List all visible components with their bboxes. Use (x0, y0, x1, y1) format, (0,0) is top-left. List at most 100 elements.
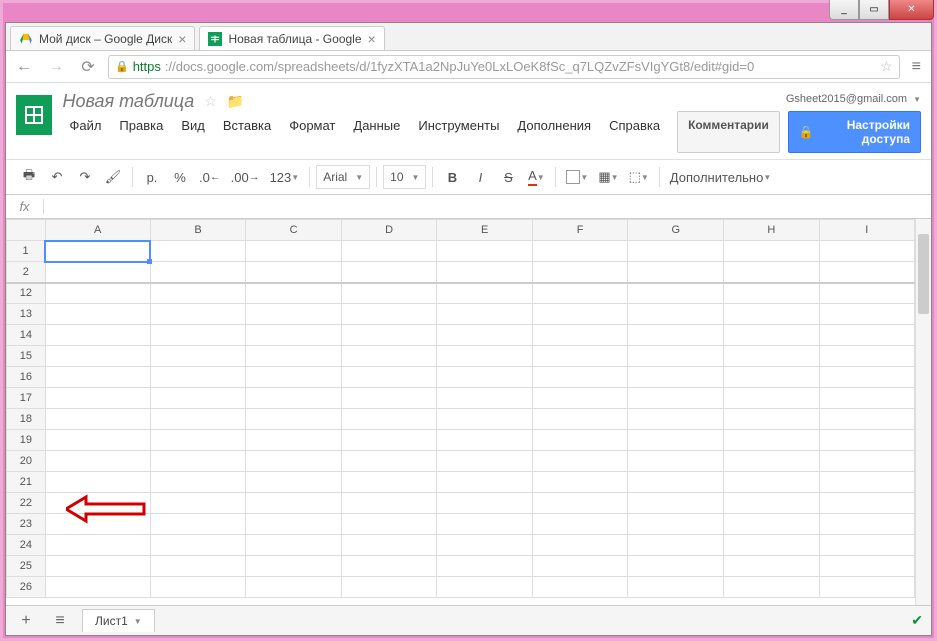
menu-help[interactable]: Справка (602, 116, 667, 135)
redo-icon[interactable]: ↷ (72, 164, 98, 190)
cell-A21[interactable] (45, 472, 150, 493)
cell-D12[interactable] (341, 283, 437, 304)
bookmark-star-icon[interactable]: ☆ (880, 58, 893, 75)
cell-H12[interactable] (724, 283, 820, 304)
cell-E20[interactable] (437, 451, 533, 472)
window-minimize-button[interactable]: _ (829, 0, 859, 20)
format-percent-button[interactable]: % (167, 164, 193, 190)
cell-C12[interactable] (246, 283, 342, 304)
col-header-F[interactable]: F (532, 220, 628, 241)
cell-G17[interactable] (628, 388, 724, 409)
cell-D25[interactable] (341, 556, 437, 577)
cell-E15[interactable] (437, 346, 533, 367)
row-header-12[interactable]: 12 (7, 283, 46, 304)
cell-F25[interactable] (532, 556, 628, 577)
cell-H25[interactable] (724, 556, 820, 577)
print-icon[interactable]: 🖶 (16, 164, 42, 190)
text-color-button[interactable]: A ▼ (523, 164, 549, 190)
cell-D2[interactable] (341, 262, 437, 283)
cell-H26[interactable] (724, 577, 820, 598)
col-header-I[interactable]: I (819, 220, 914, 241)
cell-G21[interactable] (628, 472, 724, 493)
browser-tab-drive[interactable]: Мой диск – Google Диск × (10, 26, 195, 50)
select-all-cell[interactable] (7, 220, 46, 241)
menu-data[interactable]: Данные (346, 116, 407, 135)
paint-format-icon[interactable]: 🖌 (100, 164, 126, 190)
font-family-select[interactable]: Arial▼ (316, 165, 370, 189)
row-header-17[interactable]: 17 (7, 388, 46, 409)
cell-I19[interactable] (819, 430, 914, 451)
bold-button[interactable]: B (439, 164, 465, 190)
col-header-H[interactable]: H (724, 220, 820, 241)
cell-D18[interactable] (341, 409, 437, 430)
cell-H22[interactable] (724, 493, 820, 514)
cell-I17[interactable] (819, 388, 914, 409)
cell-C2[interactable] (246, 262, 342, 283)
cell-G18[interactable] (628, 409, 724, 430)
folder-icon[interactable]: 📁 (227, 93, 244, 110)
row-header-21[interactable]: 21 (7, 472, 46, 493)
spreadsheet-grid[interactable]: ABCDEFGHI1212131415161718192021222324252… (6, 219, 915, 605)
cell-C23[interactable] (246, 514, 342, 535)
cell-D14[interactable] (341, 325, 437, 346)
cell-B12[interactable] (150, 283, 246, 304)
cell-C26[interactable] (246, 577, 342, 598)
cell-A25[interactable] (45, 556, 150, 577)
cell-C13[interactable] (246, 304, 342, 325)
account-email[interactable]: Gsheet2015@gmail.com (786, 93, 907, 105)
cell-D13[interactable] (341, 304, 437, 325)
row-header-2[interactable]: 2 (7, 262, 46, 283)
cell-F24[interactable] (532, 535, 628, 556)
cell-A19[interactable] (45, 430, 150, 451)
reload-button[interactable]: ⟳ (76, 55, 100, 79)
cell-G23[interactable] (628, 514, 724, 535)
cell-H24[interactable] (724, 535, 820, 556)
more-button[interactable]: Дополнительно ▼ (666, 164, 776, 190)
row-header-15[interactable]: 15 (7, 346, 46, 367)
cell-F2[interactable] (532, 262, 628, 283)
cell-H2[interactable] (724, 262, 820, 283)
cell-H15[interactable] (724, 346, 820, 367)
cell-D21[interactable] (341, 472, 437, 493)
cell-B23[interactable] (150, 514, 246, 535)
row-header-1[interactable]: 1 (7, 241, 46, 262)
menu-edit[interactable]: Правка (112, 116, 170, 135)
cell-I24[interactable] (819, 535, 914, 556)
cell-I2[interactable] (819, 262, 914, 283)
cell-E2[interactable] (437, 262, 533, 283)
cell-G12[interactable] (628, 283, 724, 304)
cell-C25[interactable] (246, 556, 342, 577)
format-currency-button[interactable]: р. (139, 164, 165, 190)
cell-F23[interactable] (532, 514, 628, 535)
cell-H17[interactable] (724, 388, 820, 409)
cell-I13[interactable] (819, 304, 914, 325)
cell-I25[interactable] (819, 556, 914, 577)
col-header-D[interactable]: D (341, 220, 437, 241)
cell-C24[interactable] (246, 535, 342, 556)
row-header-25[interactable]: 25 (7, 556, 46, 577)
cell-H14[interactable] (724, 325, 820, 346)
cell-A24[interactable] (45, 535, 150, 556)
add-sheet-button[interactable]: + (14, 612, 38, 630)
formula-input[interactable] (44, 195, 931, 218)
cell-A1[interactable] (45, 241, 150, 262)
cell-D23[interactable] (341, 514, 437, 535)
cell-E18[interactable] (437, 409, 533, 430)
close-icon[interactable]: × (368, 31, 376, 47)
cell-I14[interactable] (819, 325, 914, 346)
cell-I22[interactable] (819, 493, 914, 514)
cell-B17[interactable] (150, 388, 246, 409)
cell-D16[interactable] (341, 367, 437, 388)
cell-B25[interactable] (150, 556, 246, 577)
cell-E24[interactable] (437, 535, 533, 556)
cell-F1[interactable] (532, 241, 628, 262)
menu-file[interactable]: Файл (62, 116, 108, 135)
cell-I16[interactable] (819, 367, 914, 388)
cell-B26[interactable] (150, 577, 246, 598)
cell-C15[interactable] (246, 346, 342, 367)
cell-C19[interactable] (246, 430, 342, 451)
cell-E16[interactable] (437, 367, 533, 388)
cell-A22[interactable] (45, 493, 150, 514)
account-caret-icon[interactable]: ▼ (913, 95, 921, 104)
cell-C14[interactable] (246, 325, 342, 346)
